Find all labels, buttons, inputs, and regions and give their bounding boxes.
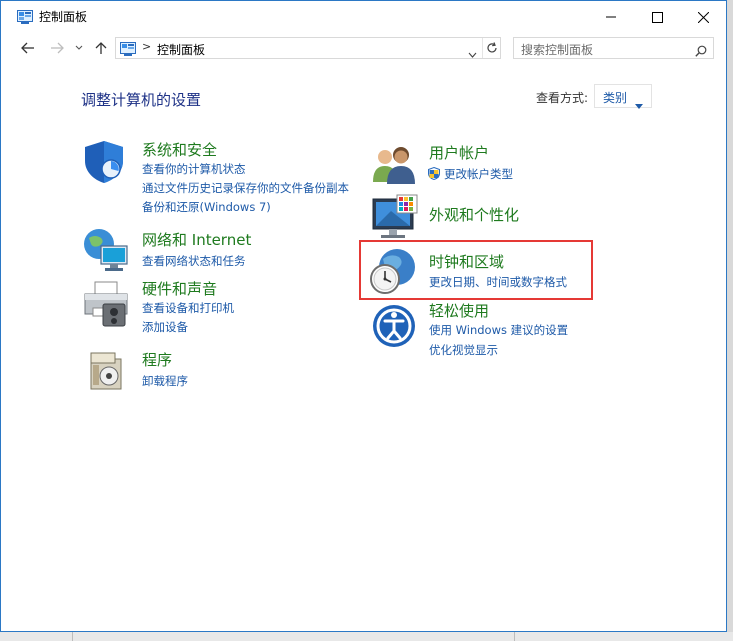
title-bar: 控制面板: [1, 1, 726, 33]
close-icon: [697, 11, 709, 23]
appearance-monitor-icon[interactable]: [371, 193, 419, 247]
link-recommended-settings[interactable]: 使用 Windows 建议的设置: [429, 322, 568, 338]
link-add-device[interactable]: 添加设备: [142, 319, 188, 335]
forward-arrow-icon: [51, 42, 64, 54]
breadcrumb-separator[interactable]: >: [142, 40, 151, 53]
divider: [72, 632, 73, 641]
minimize-icon: [606, 16, 616, 18]
back-arrow-icon: [21, 42, 34, 54]
maximize-icon: [651, 11, 663, 23]
link-devices-printers[interactable]: 查看设备和打印机: [142, 300, 234, 316]
view-by-dropdown[interactable]: 类别: [594, 84, 652, 109]
category-user-accounts[interactable]: 用户帐户: [429, 142, 489, 163]
divider: [514, 632, 515, 641]
link-optimize-visual-display[interactable]: 优化视觉显示: [429, 342, 498, 358]
minimize-button[interactable]: [588, 1, 634, 33]
highlight-box: [359, 240, 593, 300]
refresh-button[interactable]: [482, 38, 501, 58]
control-panel-icon: [120, 41, 136, 60]
address-bar[interactable]: > 控制面板: [115, 37, 501, 59]
link-file-history-backup[interactable]: 通过文件历史记录保存你的文件备份副本: [142, 180, 349, 196]
dropdown-arrow-icon: [635, 94, 643, 113]
background-window-strip: [0, 632, 733, 641]
category-hardware-sound[interactable]: 硬件和声音: [142, 278, 217, 299]
search-input[interactable]: 搜索控制面板: [513, 37, 714, 59]
network-globe-icon[interactable]: [81, 226, 131, 278]
navigation-bar: > 控制面板 搜索控制面板: [1, 33, 726, 63]
link-change-account-type[interactable]: 更改帐户类型: [444, 166, 513, 182]
printer-icon[interactable]: [81, 278, 131, 332]
breadcrumb[interactable]: 控制面板: [157, 41, 205, 58]
ease-of-access-icon[interactable]: [371, 303, 417, 353]
link-view-network-status[interactable]: 查看网络状态和任务: [142, 253, 246, 269]
address-dropdown-icon[interactable]: [468, 43, 477, 62]
view-by-value: 类别: [603, 91, 628, 105]
forward-button[interactable]: [47, 38, 67, 58]
category-network-internet[interactable]: 网络和 Internet: [142, 229, 251, 250]
search-icon[interactable]: [695, 42, 707, 61]
control-panel-window: 控制面板 > 控制面板 搜索控制面板 调整计算机的设置 查看方式: 类别 系统和…: [0, 0, 727, 632]
link-uninstall-program[interactable]: 卸载程序: [142, 373, 188, 389]
up-button[interactable]: [91, 38, 111, 58]
programs-icon[interactable]: [87, 349, 127, 395]
link-backup-restore[interactable]: 备份和还原(Windows 7): [142, 199, 271, 215]
up-arrow-icon: [95, 42, 107, 54]
refresh-icon: [487, 42, 497, 53]
category-ease-of-access[interactable]: 轻松使用: [429, 300, 489, 321]
back-button[interactable]: [18, 38, 38, 58]
recent-locations-button[interactable]: [72, 38, 86, 58]
category-appearance[interactable]: 外观和个性化: [429, 204, 519, 225]
uac-shield-icon: [428, 165, 440, 184]
chevron-down-icon: [75, 45, 83, 50]
user-accounts-icon[interactable]: [371, 144, 417, 188]
shield-icon[interactable]: [81, 139, 127, 189]
category-programs[interactable]: 程序: [142, 349, 172, 370]
view-by-label: 查看方式:: [536, 91, 589, 105]
link-view-computer-status[interactable]: 查看你的计算机状态: [142, 161, 246, 177]
category-system-security[interactable]: 系统和安全: [142, 139, 217, 160]
close-button[interactable]: [680, 1, 726, 33]
maximize-button[interactable]: [634, 1, 680, 33]
window-title: 控制面板: [39, 10, 88, 24]
page-title: 调整计算机的设置: [81, 91, 202, 109]
control-panel-icon: [17, 9, 33, 24]
search-placeholder: 搜索控制面板: [521, 43, 594, 57]
